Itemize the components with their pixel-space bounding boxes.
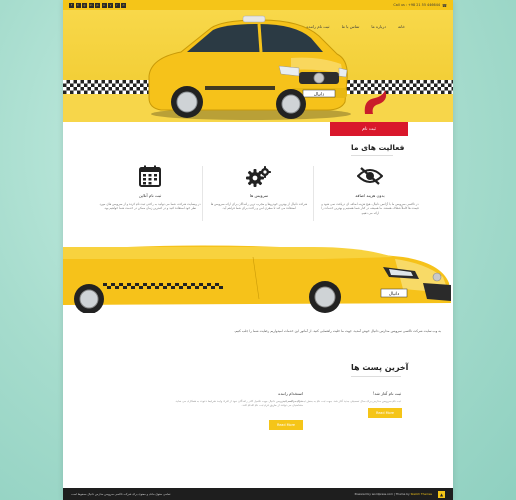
nav-item-home[interactable]: خانه xyxy=(398,24,405,29)
post-title[interactable]: استخدام راننده xyxy=(173,391,303,396)
phone-label: Call us : +98 21 55 446644 xyxy=(393,3,441,7)
youtube-icon[interactable]: y xyxy=(108,2,113,8)
feature-description: در وبسایت شرکت، شما می توانید به راحتی ث… xyxy=(99,202,201,211)
feature-title: سرویس ها xyxy=(249,193,269,198)
top-bar: f t g in p v y r d Call us : +98 21 55 4… xyxy=(63,0,453,10)
vimeo-icon[interactable]: v xyxy=(101,2,107,8)
feature-description: در تاکسی سرویس ما با آژانس دانیال، هیچ ه… xyxy=(321,202,419,215)
post-excerpt: شرکت تاکسی سرویس دانیال جهت تکمیل کادر ر… xyxy=(174,399,303,407)
site-wrapper: f t g in p v y r d Call us : +98 21 55 4… xyxy=(63,0,453,500)
posts-underline xyxy=(351,376,401,377)
nav-item-about[interactable]: درباره ما xyxy=(371,24,386,29)
banner-license-plate: دانیال xyxy=(389,292,400,297)
twitter-icon[interactable]: t xyxy=(75,2,81,8)
taxi-car-image: دانیال xyxy=(148,15,351,120)
calendar-icon xyxy=(95,163,205,189)
facebook-icon[interactable]: f xyxy=(69,2,74,8)
read-more-button[interactable]: Read More xyxy=(368,408,402,418)
activities-title: فعالیت های ما xyxy=(351,143,405,152)
read-more-button[interactable]: Read More xyxy=(269,420,303,430)
pinterest-icon[interactable]: p xyxy=(95,2,100,8)
post-item: استخدام راننده شرکت تاکسی سرویس دانیال ج… xyxy=(173,391,303,407)
footer-credit-name[interactable]: Sketch Themes xyxy=(411,492,432,496)
intro-paragraph: به وب سایت شرکت تاکسی سرویس مدارس دانیال… xyxy=(234,329,441,333)
license-plate: دانیال xyxy=(314,93,325,98)
activities-underline xyxy=(351,155,393,156)
feature-description: شرکت دانیال از بهترین خودروها و مجرب تری… xyxy=(210,202,308,211)
latest-posts-title: آخرین پست ها xyxy=(351,363,409,372)
footer-right: Powered by wordpress.com | Theme by Sket… xyxy=(355,490,445,498)
rss-icon[interactable]: r xyxy=(114,2,120,8)
contact-phone: Call us : +98 21 55 446644 ☎ xyxy=(393,3,447,8)
footer-credit-prefix: Powered by wordpress.com | Theme by xyxy=(354,492,410,496)
gears-icon xyxy=(204,163,314,189)
linkedin-icon[interactable]: in xyxy=(88,2,94,8)
red-decoration xyxy=(364,90,387,114)
hero-banner: ثبت نام راننده تماس با ما درباره ما خانه xyxy=(63,10,453,122)
register-button[interactable]: ثبت نام xyxy=(330,122,408,136)
footer: تمامی حقوق مادی و معنوی برای شرکت تاکسی … xyxy=(63,488,453,500)
phone-icon: ☎ xyxy=(442,2,447,8)
back-to-top-icon[interactable]: ▲ xyxy=(438,490,445,498)
footer-credit: Powered by wordpress.com | Theme by Sket… xyxy=(355,492,432,496)
feature-title: بدون هزینه اضافه xyxy=(355,193,385,198)
google-plus-icon[interactable]: g xyxy=(82,2,87,8)
eye-slash-icon xyxy=(315,163,425,189)
feature-services: سرویس ها شرکت دانیال از بهترین خودروها و… xyxy=(204,163,314,211)
taxi-banner-image: دانیال xyxy=(63,243,453,313)
feature-no-extra-cost: بدون هزینه اضافه در تاکسی سرویس ما با آژ… xyxy=(315,163,425,215)
dribbble-icon[interactable]: d xyxy=(121,2,126,8)
feature-title: ثبت نام آنلاین xyxy=(138,193,162,198)
social-icons: f t g in p v y r d xyxy=(69,2,126,8)
feature-online-register: ثبت نام آنلاین در وبسایت شرکت، شما می تو… xyxy=(95,163,205,211)
footer-rights: تمامی حقوق مادی و معنوی برای شرکت تاکسی … xyxy=(71,492,172,496)
